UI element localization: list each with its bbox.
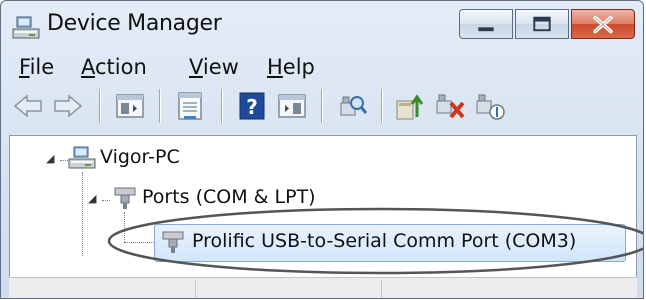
- tree-connector: [82, 172, 83, 256]
- menu-help[interactable]: Help: [267, 55, 315, 79]
- update-driver-icon[interactable]: [393, 89, 427, 123]
- toolbar-separator: [99, 89, 100, 123]
- svg-text:?: ?: [246, 95, 258, 119]
- menu-view-accel: V: [189, 55, 203, 79]
- menu-file[interactable]: File: [19, 55, 54, 79]
- show-action-pane-icon[interactable]: [275, 89, 309, 123]
- expanded-arrow-icon[interactable]: ◢: [88, 192, 96, 205]
- caption-buttons: [459, 9, 635, 41]
- uninstall-icon[interactable]: [433, 89, 467, 123]
- back-arrow-icon[interactable]: [11, 89, 45, 123]
- device-manager-window: Device Manager File Action View Help ? ◢…: [0, 0, 644, 299]
- tree-connector: [60, 160, 68, 161]
- forward-arrow-icon[interactable]: [51, 89, 85, 123]
- menu-action[interactable]: Action: [81, 55, 147, 79]
- menu-view-label: iew: [202, 55, 239, 79]
- scan-for-hardware-changes-icon[interactable]: [335, 89, 369, 123]
- menu-action-label: ction: [95, 55, 147, 79]
- minimize-icon: [478, 27, 494, 32]
- properties-icon[interactable]: [173, 89, 207, 123]
- maximize-button[interactable]: [515, 9, 569, 39]
- maximize-icon: [533, 16, 551, 32]
- status-cell: [195, 280, 382, 298]
- minimize-button[interactable]: [459, 9, 513, 39]
- toolbar: ?: [1, 85, 643, 127]
- title-bar[interactable]: Device Manager: [1, 1, 643, 51]
- toolbar-separator: [159, 89, 160, 123]
- show-hide-console-tree-icon[interactable]: [113, 89, 147, 123]
- menu-bar: File Action View Help: [1, 51, 643, 85]
- device-tree[interactable]: ◢ Vigor-PC ◢ Ports (COM & LPT) Prolific …: [9, 135, 643, 298]
- close-button[interactable]: [571, 9, 635, 39]
- close-icon: [593, 15, 613, 34]
- annotation-ellipse: [107, 207, 643, 275]
- menu-file-accel: F: [19, 55, 30, 79]
- menu-help-accel: H: [267, 55, 283, 79]
- window-title: Device Manager: [47, 11, 222, 36]
- menu-file-label: ile: [29, 55, 55, 79]
- status-bar: [9, 277, 637, 298]
- tree-connector: [102, 200, 110, 201]
- help-icon[interactable]: ?: [235, 89, 269, 123]
- menu-view[interactable]: View: [189, 55, 239, 79]
- status-cell: [9, 280, 196, 298]
- tree-node-ports[interactable]: Ports (COM & LPT): [142, 186, 316, 208]
- expanded-arrow-icon[interactable]: ◢: [46, 152, 54, 165]
- computer-icon: [68, 146, 96, 169]
- tree-node-computer[interactable]: Vigor-PC: [100, 146, 180, 168]
- disable-device-icon[interactable]: [473, 89, 507, 123]
- toolbar-separator: [381, 89, 382, 123]
- menu-action-accel: A: [81, 55, 95, 79]
- toolbar-separator: [321, 89, 322, 123]
- device-manager-app-icon: [12, 16, 40, 39]
- menu-help-label: elp: [282, 55, 315, 79]
- toolbar-separator: [221, 89, 222, 123]
